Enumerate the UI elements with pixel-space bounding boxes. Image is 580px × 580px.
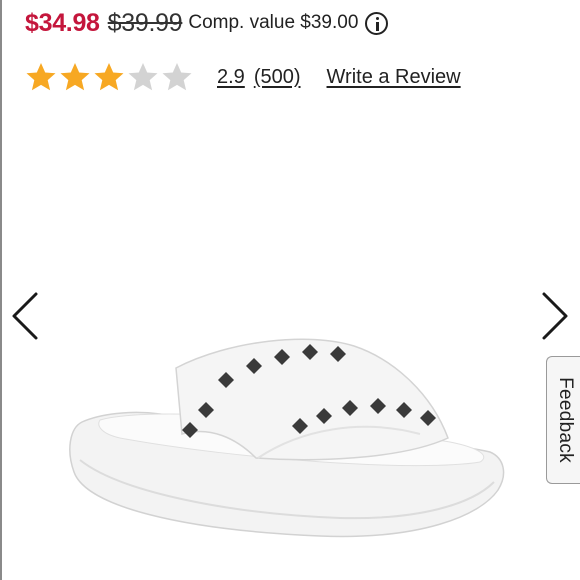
star-empty-icon: [128, 63, 158, 91]
star-empty-icon: [162, 63, 192, 91]
star-filled-icon: [94, 63, 124, 91]
write-review-link[interactable]: Write a Review: [327, 66, 461, 89]
price-row: $34.98 $39.99 Comp. value $39.00: [25, 6, 389, 40]
star-rating: [25, 61, 193, 93]
feedback-tab-label: Feedback: [554, 377, 576, 463]
page-left-border: [0, 0, 2, 580]
sale-price: $34.98: [25, 8, 100, 37]
rating-row: 2.9 (500) Write a Review: [25, 60, 461, 94]
star-filled-icon: [60, 63, 90, 91]
feedback-tab[interactable]: Feedback: [546, 356, 580, 484]
chevron-right-icon[interactable]: [540, 290, 570, 342]
comp-value-text: Comp. value $39.00: [188, 12, 359, 33]
chevron-left-icon[interactable]: [10, 290, 40, 342]
review-count-link[interactable]: (500): [254, 66, 301, 89]
original-price: $39.99: [107, 8, 183, 37]
rating-value-link[interactable]: 2.9: [217, 66, 245, 89]
star-filled-icon: [26, 63, 56, 91]
product-image-white-studded-slide-sandal: [69, 338, 505, 538]
info-circle-icon[interactable]: [365, 11, 389, 35]
